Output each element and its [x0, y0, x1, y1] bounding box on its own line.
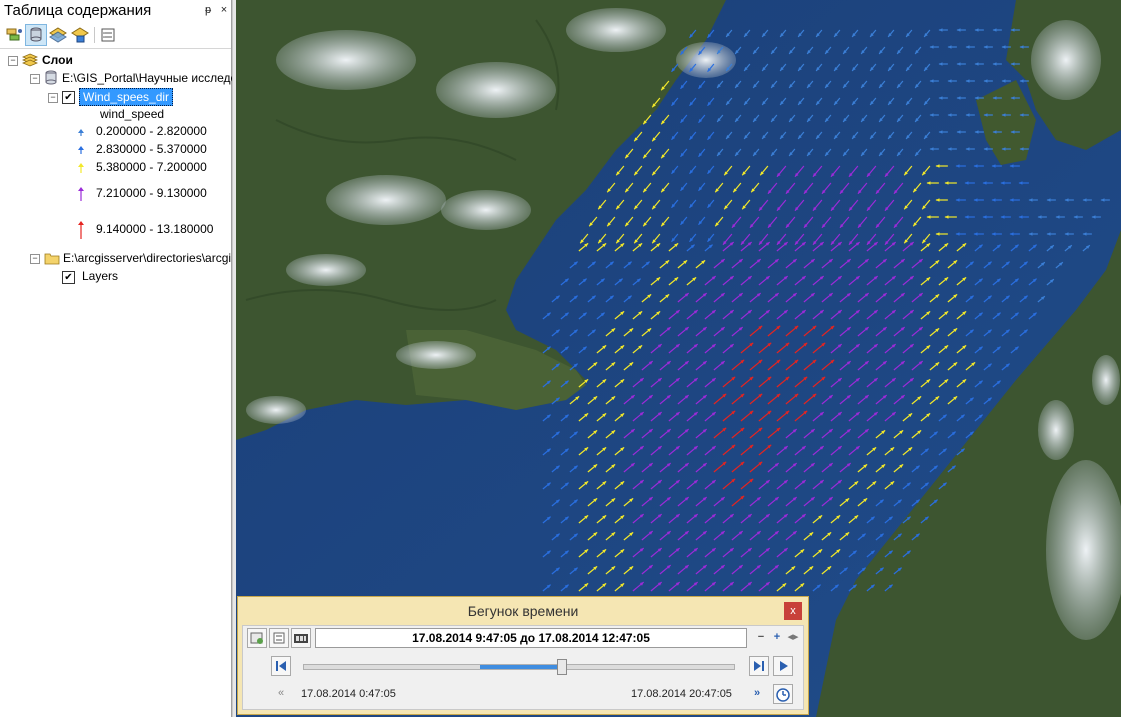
close-icon[interactable]: ×: [217, 2, 231, 18]
layers-group-label: Layers: [82, 269, 119, 283]
close-button[interactable]: x: [784, 602, 802, 620]
source1-label: E:\GIS_Portal\Научные исследо: [62, 71, 238, 85]
time-window-fill: [480, 665, 562, 669]
layers-icon: [22, 53, 38, 67]
collapse-toggle-source1[interactable]: −: [30, 74, 40, 84]
toolbar-separator: [94, 27, 95, 43]
legend-class-label: 0.200000 - 2.820000: [96, 124, 207, 138]
time-slider-titlebar[interactable]: Бегунок времени x: [238, 597, 808, 625]
time-slider-window: Бегунок времени x 17.08.2014 9:47:05 до …: [237, 596, 809, 715]
legend-class-label: 2.830000 - 5.370000: [96, 142, 207, 156]
legend-arrow-icon: [78, 146, 84, 154]
list-by-visibility-icon[interactable]: [48, 25, 68, 45]
list-by-source-icon[interactable]: [25, 24, 47, 46]
export-video-icon[interactable]: [291, 628, 311, 648]
toc-title: Таблица содержания: [4, 2, 152, 19]
end-time-label: 17.08.2014 20:47:05: [631, 688, 732, 700]
layers-group-checkbox[interactable]: ✔: [62, 271, 75, 284]
legend-arrow-icon: [78, 128, 84, 136]
step-forward-icon[interactable]: »: [747, 684, 767, 704]
layer-name: Wind_spees_dir: [83, 90, 170, 104]
layer-visibility-checkbox[interactable]: ✔: [62, 91, 75, 104]
source2-label: E:\arcgisserver\directories\arcgi: [63, 251, 232, 265]
legend-arrow-icon: [78, 221, 84, 239]
play-button[interactable]: [773, 656, 793, 676]
expand-collapse-icon[interactable]: ◂▸: [783, 628, 803, 648]
database-icon: [45, 70, 57, 85]
playback-speed-icon[interactable]: [773, 684, 793, 704]
go-to-end-button[interactable]: [749, 656, 769, 676]
legend-arrow-icon: [78, 187, 84, 201]
legend-arrow-icon: [78, 163, 84, 173]
start-time-label: 17.08.2014 0:47:05: [301, 688, 396, 700]
legend-class-label: 5.380000 - 7.200000: [96, 160, 207, 174]
toc-titlebar: Таблица содержания ᵽ ×: [0, 0, 231, 22]
collapse-toggle-root[interactable]: −: [8, 56, 18, 66]
table-of-contents-panel: Таблица содержания ᵽ × − Слои − E:\GIS_P…: [0, 0, 237, 717]
options-icon[interactable]: [98, 25, 118, 45]
legend-class-label: 7.210000 - 9.130000: [96, 186, 207, 200]
legend-field-name: wind_speed: [100, 107, 165, 121]
time-slider-body: 17.08.2014 9:47:05 до 17.08.2014 12:47:0…: [242, 625, 804, 710]
pin-icon[interactable]: ᵽ: [201, 2, 215, 18]
time-range-display: 17.08.2014 9:47:05 до 17.08.2014 12:47:0…: [315, 628, 747, 648]
toc-toolbar: [0, 22, 231, 49]
collapse-toggle-source2[interactable]: −: [30, 254, 40, 264]
legend-class-label: 9.140000 - 13.180000: [96, 222, 214, 236]
collapse-toggle-layer[interactable]: −: [48, 93, 58, 103]
time-slider-track[interactable]: [303, 659, 735, 675]
root-label: Слои: [42, 53, 73, 67]
time-slider-thumb[interactable]: [557, 659, 567, 675]
time-slider-options-icon[interactable]: [247, 628, 267, 648]
list-by-selection-icon[interactable]: [70, 25, 90, 45]
time-slider-title: Бегунок времени: [467, 603, 579, 619]
step-back-icon[interactable]: «: [271, 684, 291, 704]
layer-list-icon[interactable]: [269, 628, 289, 648]
list-by-drawing-order-icon[interactable]: [4, 25, 24, 45]
folder-icon: [44, 253, 60, 265]
go-to-start-button[interactable]: [271, 656, 291, 676]
layer-name-row[interactable]: Wind_spees_dir: [79, 88, 174, 106]
